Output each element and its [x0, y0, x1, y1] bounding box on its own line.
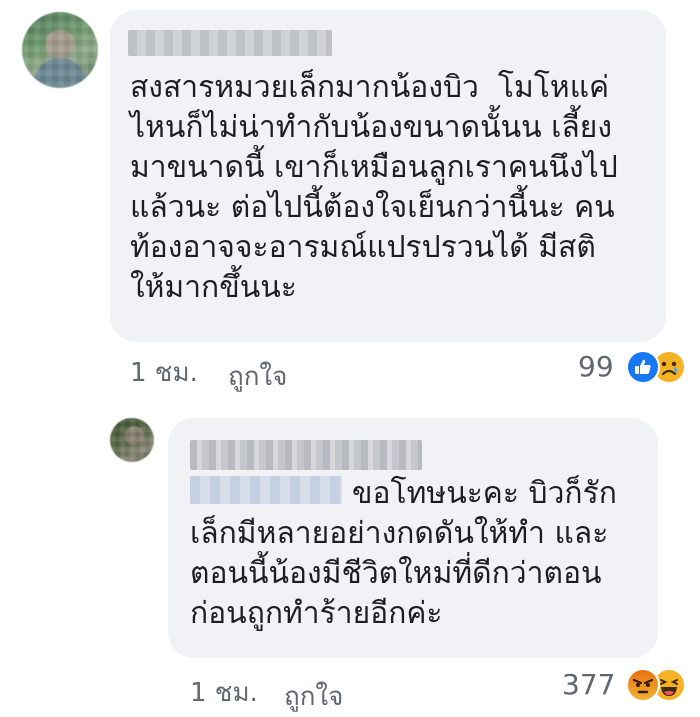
- like-icon: [626, 350, 660, 384]
- reply-reaction-count[interactable]: 377: [562, 668, 615, 701]
- like-link[interactable]: ถูกใจ: [228, 356, 287, 397]
- angry-icon: [626, 668, 660, 702]
- commenter-name-blurred[interactable]: [128, 30, 332, 56]
- reaction-count[interactable]: 99: [578, 350, 614, 383]
- reply-text-first-line: ขอโทษนะคะ บิวก็รัก: [352, 476, 617, 511]
- replier-avatar[interactable]: [110, 418, 154, 462]
- reply-like-link[interactable]: ถูกใจ: [284, 676, 343, 717]
- comment-text: สงสารหมวยเล็กมากน้องบิว โมโหแค่ ไหนก็ไม่…: [130, 70, 618, 305]
- reply-timestamp[interactable]: 1 ชม.: [190, 672, 258, 713]
- reply-text: เล็กมีหลายอย่างกดดันให้ทำ และ ตอนนี้น้อง…: [190, 516, 609, 631]
- replier-name-blurred[interactable]: [190, 440, 422, 470]
- comment-timestamp[interactable]: 1 ชม.: [130, 352, 198, 393]
- commenter-avatar[interactable]: [22, 12, 98, 88]
- mentioned-name-blurred[interactable]: [190, 476, 342, 504]
